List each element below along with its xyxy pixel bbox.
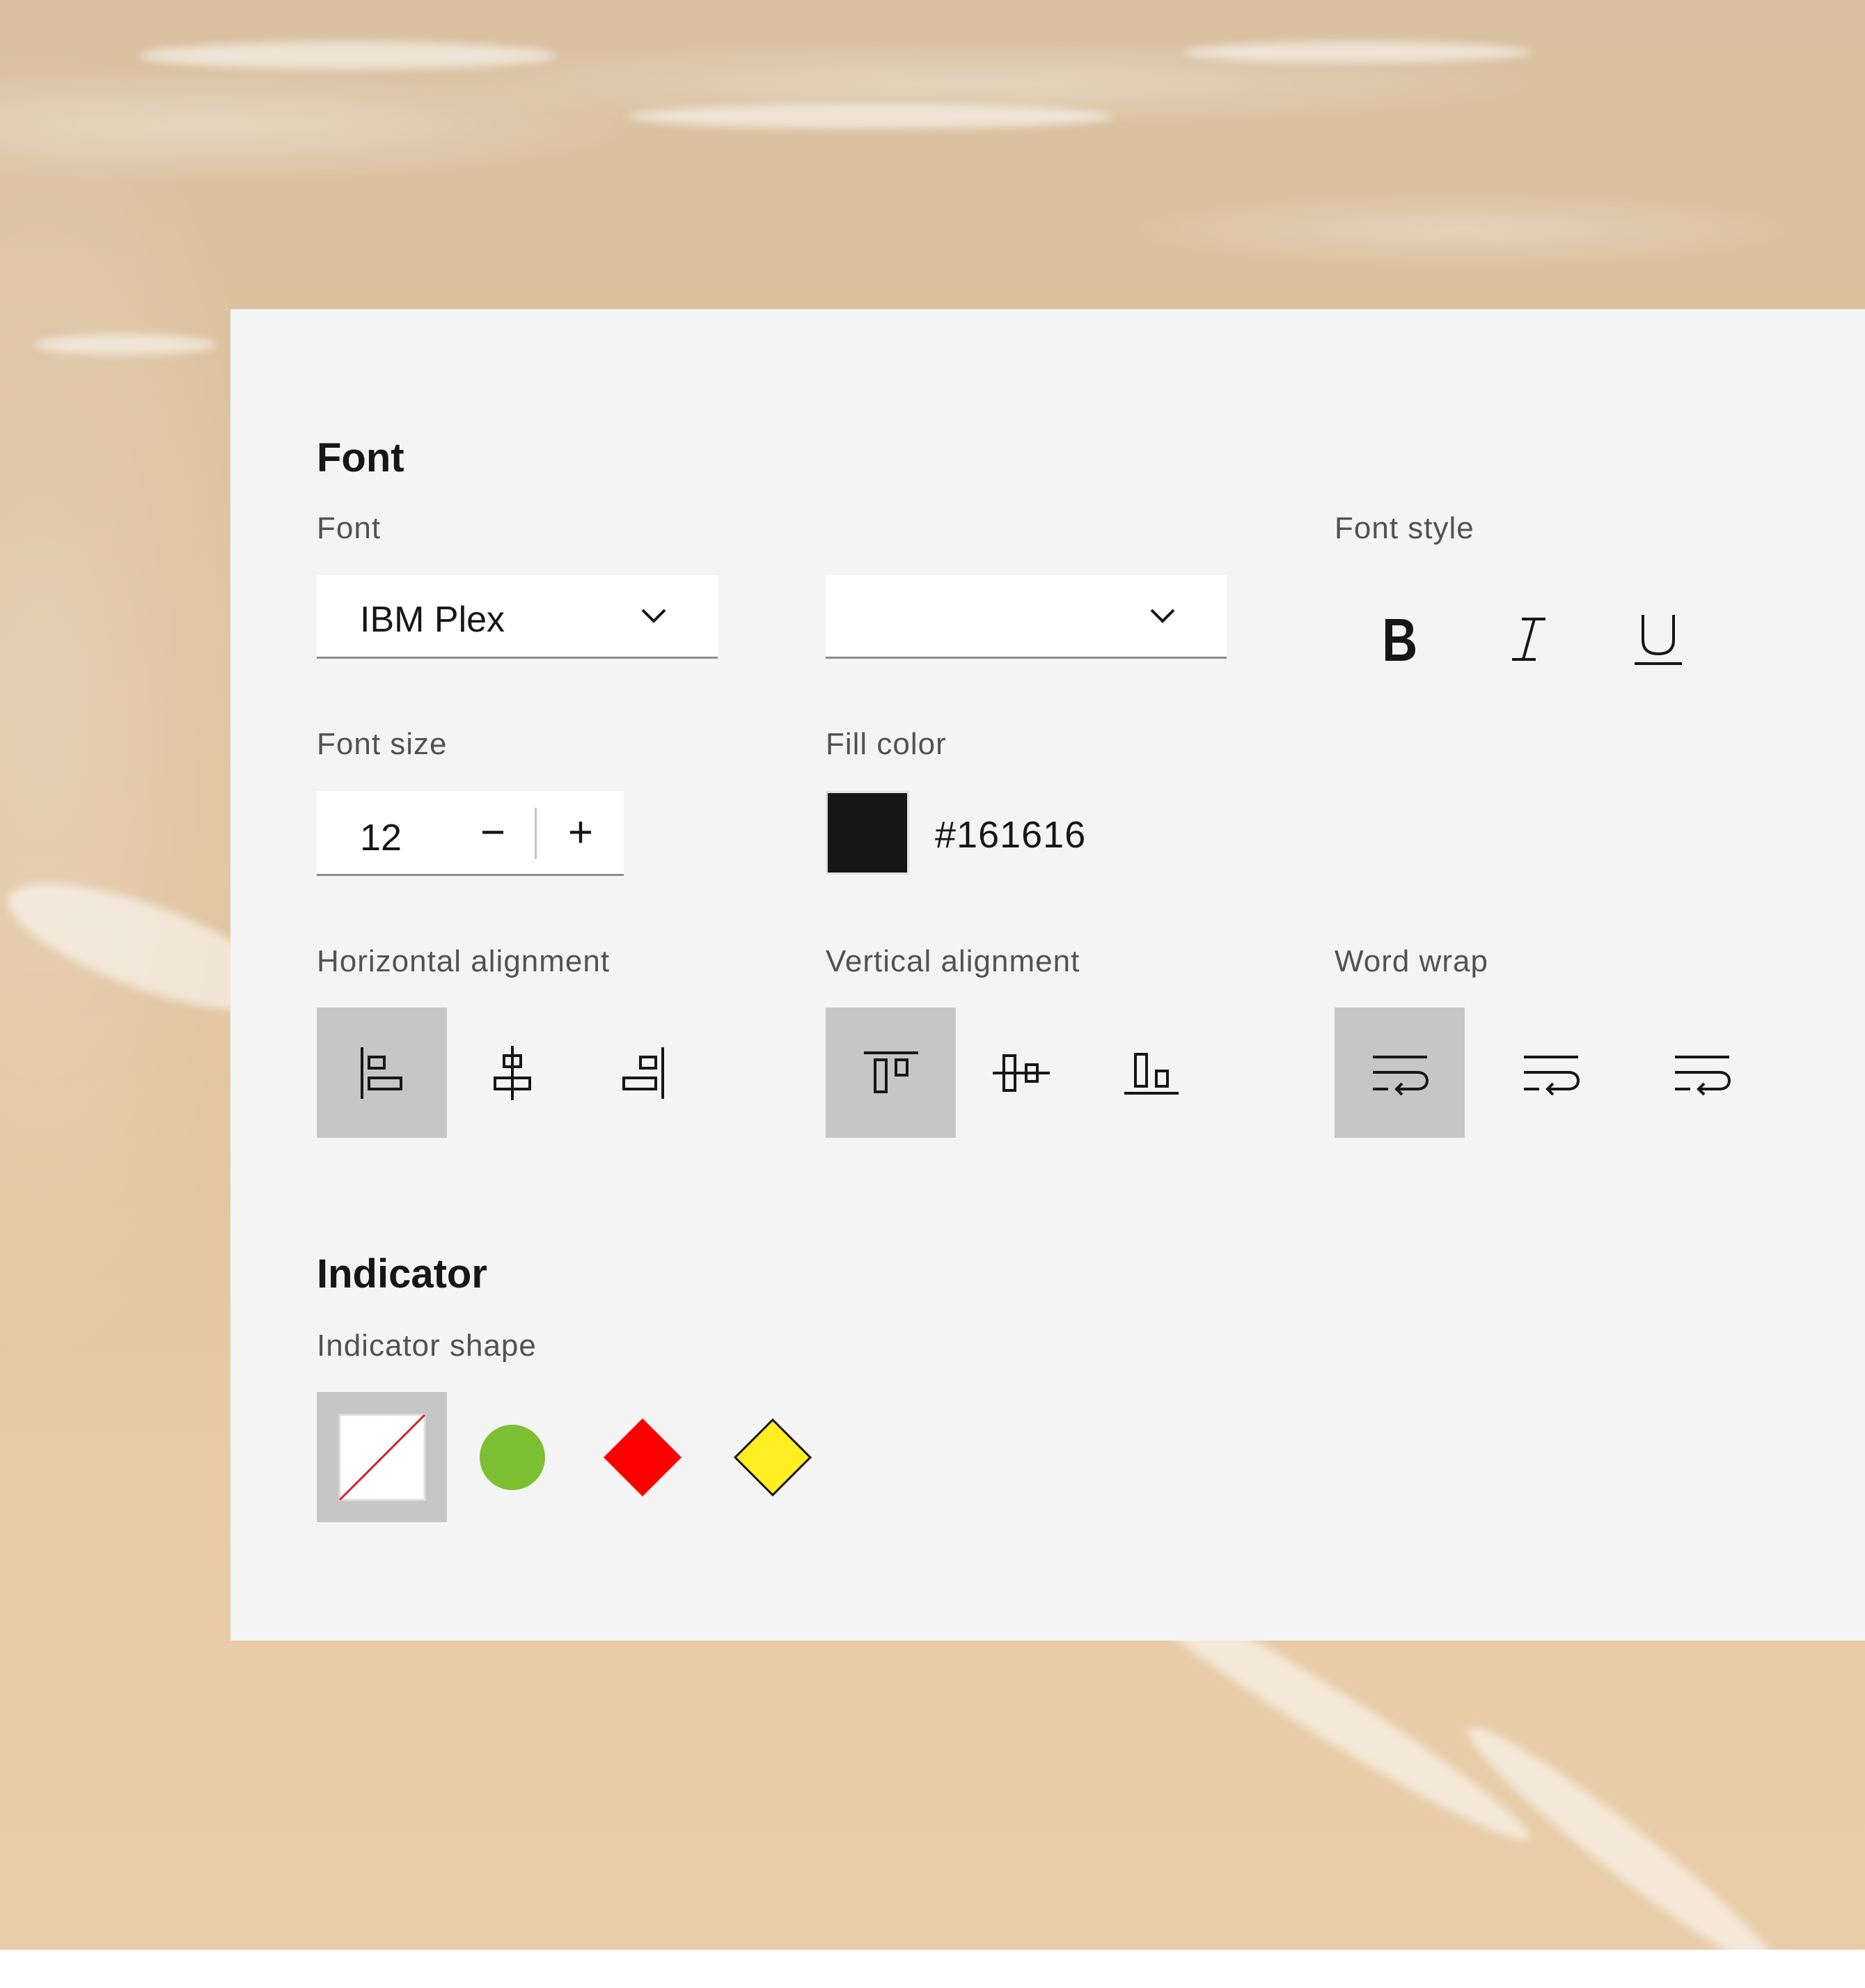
indicator-section-heading: Indicator <box>317 1251 487 1297</box>
text-wrap-icon <box>1674 1055 1731 1095</box>
bold-icon <box>1385 619 1415 661</box>
align-left-icon <box>360 1047 402 1099</box>
align-right-button[interactable] <box>577 1008 707 1138</box>
foam-patch <box>1183 42 1532 63</box>
italic-button[interactable] <box>1487 597 1571 681</box>
font-size-label: Font size <box>317 727 448 761</box>
align-top-icon <box>863 1051 918 1093</box>
chevron-down-icon <box>641 609 666 623</box>
font-section-heading: Font <box>317 435 404 480</box>
text-wrap-icon <box>1372 1055 1429 1095</box>
align-vertical-center-icon <box>992 1054 1050 1092</box>
green-circle-icon <box>479 1424 545 1490</box>
font-family-value: IBM Plex <box>360 600 505 640</box>
align-bottom-icon <box>1124 1052 1179 1095</box>
font-size-value: 12 <box>360 817 402 859</box>
align-top-button[interactable] <box>826 1008 956 1138</box>
font-size-input[interactable]: 12 − + <box>317 791 624 876</box>
align-left-button[interactable] <box>317 1008 447 1138</box>
foam-patch <box>139 42 557 70</box>
text-wrap-icon <box>1523 1055 1580 1095</box>
indicator-circle-button[interactable] <box>447 1392 577 1522</box>
font-weight-select[interactable] <box>826 575 1227 659</box>
font-family-select[interactable]: IBM Plex <box>317 575 718 659</box>
foam-patch <box>627 104 1114 129</box>
font-style-label: Font style <box>1335 511 1474 545</box>
fill-color-swatch[interactable] <box>826 791 909 875</box>
bold-button[interactable] <box>1358 597 1441 681</box>
align-bottom-button[interactable] <box>1086 1008 1216 1138</box>
word-wrap-label: Word wrap <box>1335 944 1488 978</box>
stepper-divider <box>535 808 537 859</box>
yellow-diamond-icon <box>733 1418 812 1496</box>
foam-patch <box>35 334 216 355</box>
foam-patch <box>1453 1709 1791 1988</box>
indicator-yellow-diamond-button[interactable] <box>707 1392 837 1522</box>
properties-panel: Font Font Font style IBM Plex Font size … <box>230 309 1865 1641</box>
increment-button[interactable]: + <box>542 791 619 874</box>
indicator-none-button[interactable] <box>317 1392 447 1522</box>
chevron-down-icon <box>1150 609 1175 623</box>
indicator-red-diamond-button[interactable] <box>577 1392 707 1522</box>
font-label: Font <box>317 511 381 545</box>
fill-color-label: Fill color <box>826 727 947 761</box>
horizontal-alignment-label: Horizontal alignment <box>317 944 611 978</box>
no-indicator-icon <box>338 1414 425 1501</box>
decrement-button[interactable]: − <box>455 791 531 874</box>
fill-color-hex: #161616 <box>935 814 1087 856</box>
wrap-option-2-button[interactable] <box>1486 1008 1616 1138</box>
italic-icon <box>1512 618 1545 661</box>
align-right-icon <box>622 1047 664 1099</box>
wrap-option-3-button[interactable] <box>1637 1008 1767 1138</box>
align-middle-button[interactable] <box>956 1008 1086 1138</box>
underline-button[interactable] <box>1616 597 1700 681</box>
red-diamond-icon <box>603 1418 682 1496</box>
align-center-button[interactable] <box>447 1008 577 1138</box>
wrap-option-1-button[interactable] <box>1335 1008 1465 1138</box>
vertical-alignment-label: Vertical alignment <box>826 944 1080 978</box>
underline-icon <box>1635 615 1682 665</box>
align-horizontal-center-icon <box>493 1045 531 1100</box>
indicator-shape-label: Indicator shape <box>317 1329 537 1363</box>
